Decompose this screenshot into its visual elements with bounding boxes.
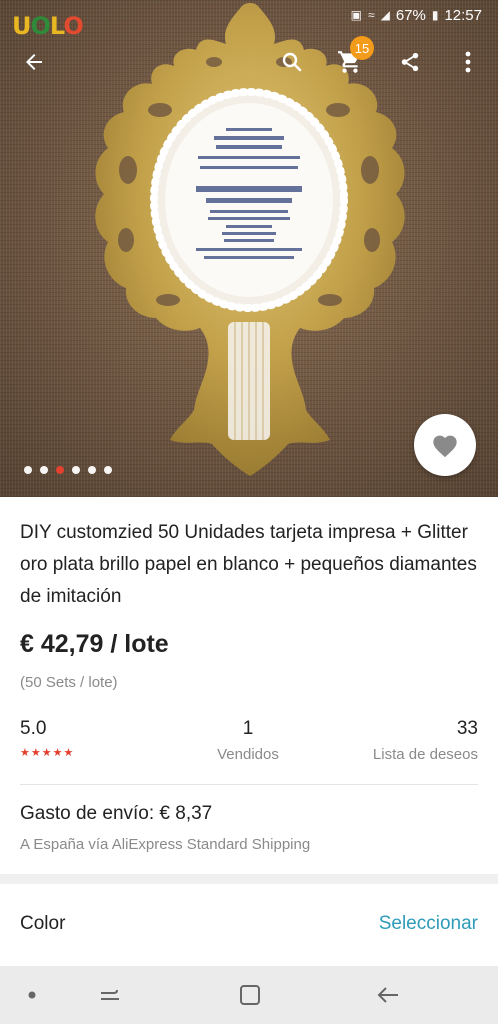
color-option-row[interactable]: Color Seleccionar xyxy=(0,884,498,966)
select-color-link[interactable]: Seleccionar xyxy=(379,913,478,935)
gallery-dot[interactable] xyxy=(88,466,96,474)
back-button[interactable] xyxy=(12,40,56,84)
gallery-dot[interactable] xyxy=(104,466,112,474)
wifi-icon: ≈ xyxy=(367,8,375,22)
product-title: DIY customzied 50 Unidades tarjeta impre… xyxy=(20,522,477,607)
share-icon xyxy=(401,52,419,72)
gallery-dot[interactable] xyxy=(24,466,32,474)
rating-stars: ★★★★★ xyxy=(20,747,75,759)
nav-dot-button[interactable] xyxy=(2,966,62,1024)
cart-count-badge: 15 xyxy=(350,36,374,60)
battery-icon: ▮ xyxy=(431,8,439,22)
gallery-dot[interactable] xyxy=(72,466,80,474)
search-button[interactable] xyxy=(270,40,314,84)
gallery-dot[interactable] xyxy=(56,466,64,474)
product-stats: 5.0 ★★★★★ 1 Vendidos 33 Lista de deseos xyxy=(20,716,478,768)
system-nav-bar xyxy=(0,966,498,1024)
notification-icon: ▣ xyxy=(350,8,362,22)
recents-button[interactable] xyxy=(80,966,140,1024)
system-back-button[interactable] xyxy=(358,966,418,1024)
wishlist-label: Lista de deseos xyxy=(372,746,478,763)
product-image[interactable]: UOLO ▣ ≈ ◢ 67% ▮ 12:57 15 xyxy=(0,0,498,497)
home-dot-icon xyxy=(28,991,36,999)
wishlist-count: 33 xyxy=(456,718,478,739)
color-label: Color xyxy=(20,913,66,934)
back-nav-icon xyxy=(377,987,398,1003)
section-separator xyxy=(0,874,498,884)
shipping-cost[interactable]: Gasto de envío: € 8,37 xyxy=(20,803,212,825)
overview-button[interactable] xyxy=(220,966,280,1024)
unit-info: (50 Sets / lote) xyxy=(20,674,118,691)
heart-icon xyxy=(433,435,457,458)
shipping-method[interactable]: A España vía AliExpress Standard Shippin… xyxy=(20,836,310,853)
overview-icon xyxy=(240,985,260,1005)
status-bar: ▣ ≈ ◢ 67% ▮ 12:57 xyxy=(0,0,498,30)
arrow-left-icon xyxy=(26,54,42,70)
gallery-dot[interactable] xyxy=(40,466,48,474)
battery-level: 67% xyxy=(395,6,426,24)
rating-value: 5.0 xyxy=(20,718,47,739)
top-action-bar: 15 xyxy=(0,36,498,86)
search-icon xyxy=(282,52,302,72)
wishlist-stat: 33 Lista de deseos xyxy=(373,718,478,763)
cart-button[interactable]: 15 xyxy=(328,36,374,84)
sold-count: 1 xyxy=(242,718,254,739)
share-button[interactable] xyxy=(388,40,432,84)
signal-icon: ◢ xyxy=(380,8,390,22)
recents-icon xyxy=(101,989,119,1000)
product-price: € 42,79 / lote xyxy=(20,630,169,658)
gallery-indicator xyxy=(24,466,112,474)
divider xyxy=(20,784,478,785)
sold-label: Vendidos xyxy=(217,746,279,763)
sold-stat: 1 Vendidos xyxy=(212,718,284,763)
favorite-button[interactable] xyxy=(414,414,476,476)
more-vertical-icon xyxy=(465,51,471,73)
clock: 12:57 xyxy=(444,6,482,24)
more-button[interactable] xyxy=(446,40,490,84)
